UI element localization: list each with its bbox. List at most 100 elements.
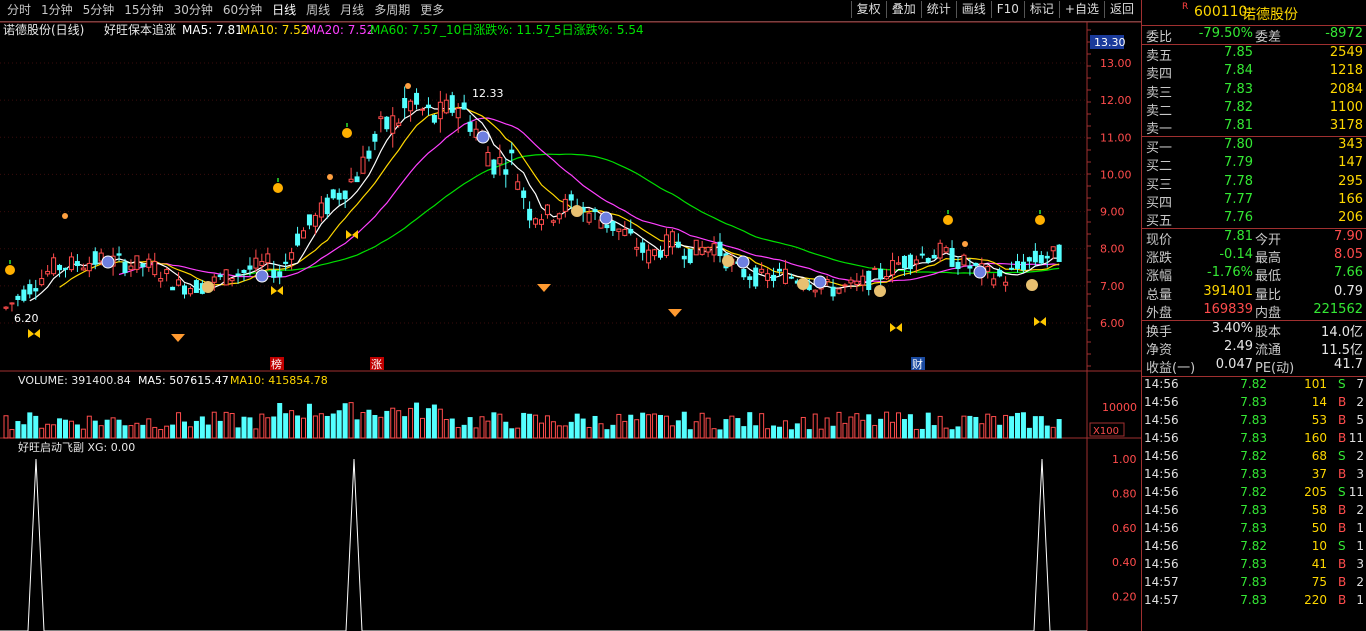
volume-bar [45,423,51,439]
row-value: 7.83 [1224,81,1253,97]
stat-row: 总量 391401 量比 0.79 [1142,284,1366,303]
candle-body [777,268,782,272]
fundamental-row: 收益(一) 0.047 PE(动) 41.7 [1142,357,1366,376]
candle-body [663,234,669,256]
volume-bar [253,428,259,439]
row-value-2: 7.90 [1334,229,1363,245]
volume-bar [217,420,223,439]
tick-volume: 14 [1311,394,1327,409]
row-label: 卖一 [1146,121,1173,137]
candle-body [592,209,598,213]
volume-bar [431,404,437,439]
row-label: 买三 [1146,177,1173,193]
volume-bar [497,413,503,439]
row-label-2: 量比 [1255,287,1282,303]
tick-volume: 50 [1311,520,1327,535]
candle-body [753,267,759,287]
row-value-2: 1100 [1329,99,1363,115]
ask-levels: 卖五 7.85 2549 卖四 7.84 1218 卖三 7.83 2084 卖二 7.82 1100… [1142,45,1366,137]
volume-bar [503,421,509,439]
volume-bar [80,428,86,439]
volume-bar [771,425,777,439]
price-tick-label: 13.00 [1100,57,1132,70]
candle-body [63,267,68,270]
stat-row: 涨跌 -0.14 最高 8.05 [1142,247,1366,266]
candle-body [193,280,199,293]
candle-body [842,284,848,287]
tick-side: S [1338,538,1346,553]
candle-body [318,202,324,218]
volume-bar [455,427,461,439]
diff-label: 委差 [1255,30,1282,45]
event-tag-label: 榜 [271,357,282,371]
volume-bar [634,419,640,439]
candle-body [699,246,705,255]
candle-body [390,115,396,134]
volume-bar [521,412,527,439]
candle-body [812,289,818,293]
candle-body [515,181,521,190]
tick-side: B [1338,430,1347,445]
candle-body [562,198,568,212]
candle-body [336,192,342,200]
row-value: 7.79 [1224,155,1253,171]
money-bag-icon [797,278,809,290]
price-tick-label: 11.00 [1100,131,1132,144]
candle-body [931,254,937,259]
volume-bar [211,411,217,439]
tick-side: B [1338,466,1347,481]
kline-chart-area[interactable]: 诺德股份(日线) 好旺保本追涨 MA5: 7.81 MA10: 7.52 MA2… [0,0,1141,631]
candle-body [402,98,408,109]
candle-body [961,254,967,266]
tick-price: 7.83 [1240,466,1267,481]
volume-bar [860,419,866,439]
candle-body [759,268,765,273]
volume-bar [598,423,604,439]
tick-count: 2 [1356,394,1364,409]
face-icon [599,211,613,225]
tick-row: 14:56 7.83 53 B 5 [1142,413,1366,431]
price-top-value: 13.30 [1094,36,1126,49]
volume-bar [1003,414,1009,439]
runner-icon [327,174,333,180]
volume-bar [390,407,396,439]
row-value: 7.81 [1224,117,1253,133]
row-value-2: 206 [1338,209,1363,225]
volume-bar [461,424,467,439]
candle-body [628,228,634,234]
tick-list[interactable]: 14:56 7.82 101 S 7 14:56 7.83 14 B 2 14:56 7.83 53 B 5… [1142,377,1366,611]
volume-bar [1044,425,1050,439]
tick-side: B [1338,556,1347,571]
volume-bar [289,410,295,439]
candle-body [866,270,872,290]
volume-bar [836,411,842,439]
tick-time: 14:56 [1144,430,1179,445]
candle-body [705,246,711,253]
fundamental-stats: 换手 3.40% 股本 14.0亿 净资 2.49 流通 11.5亿 收益(一) 0.047 PE(… [1142,321,1366,376]
volume-bar [241,416,247,439]
tick-volume: 101 [1304,376,1327,391]
volume-bar [330,413,336,439]
volume-bar [562,425,568,439]
money-bag-icon [874,285,886,297]
candle-body [622,228,628,236]
candle-body [229,277,235,282]
row-value-2: 343 [1338,137,1363,153]
tick-count: 5 [1356,412,1364,427]
tick-count: 2 [1356,574,1364,589]
runner-icon [405,83,411,89]
fundamental-row: 净资 2.49 流通 11.5亿 [1142,339,1366,359]
tick-time: 14:56 [1144,484,1179,499]
tick-row: 14:56 7.83 41 B 3 [1142,557,1366,575]
tick-time: 14:56 [1144,448,1179,463]
candle-body [907,254,913,270]
candle-body [437,101,443,120]
candle-body [556,213,562,220]
volume-bar [979,423,985,439]
row-label: 净资 [1146,343,1173,359]
volume-bar [931,425,937,439]
tick-price: 7.82 [1240,538,1267,553]
volume-bar [568,421,574,439]
candle-body [1044,255,1050,259]
volume-bar [283,413,289,439]
